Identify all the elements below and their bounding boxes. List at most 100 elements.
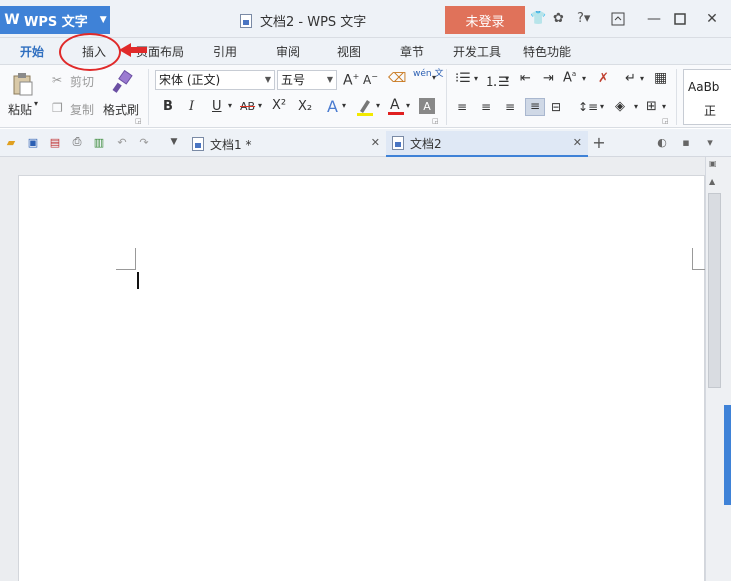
scrollbar-thumb[interactable] xyxy=(708,193,721,388)
paste-icon[interactable] xyxy=(10,71,34,97)
chevron-down-icon[interactable]: ▾ xyxy=(634,102,638,111)
bullet-list-icon[interactable]: ⁝☰ xyxy=(455,71,471,86)
save-icon[interactable]: ▣ xyxy=(26,135,40,149)
view-mode-icon[interactable]: ◐ xyxy=(655,135,669,149)
annotation-circle xyxy=(59,33,121,71)
shrink-font-icon[interactable]: A− xyxy=(363,72,378,87)
case-change-icon[interactable]: Aa xyxy=(563,70,576,85)
bold-button[interactable]: B xyxy=(163,99,173,114)
ruler-toggle-icon[interactable]: ▣ xyxy=(709,159,717,168)
new-tab-icon[interactable]: + xyxy=(592,133,606,152)
tab-sections[interactable]: 章节 xyxy=(400,43,424,60)
chinese-layout-icon[interactable]: ✗ xyxy=(598,71,609,86)
copy-button[interactable]: 复制 xyxy=(70,101,94,118)
doc-tab-1[interactable]: 文档1 * ✕ xyxy=(186,131,386,157)
cut-icon: ✂ xyxy=(52,73,63,87)
chevron-down-icon[interactable]: ▾ xyxy=(376,101,380,110)
tab-special-features[interactable]: 特色功能 xyxy=(523,43,571,60)
font-size-select[interactable]: 五号 ▼ xyxy=(277,70,337,90)
tab-review[interactable]: 审阅 xyxy=(276,43,300,60)
help-icon: ? xyxy=(577,11,584,26)
side-panel-toggle[interactable] xyxy=(724,405,731,505)
chevron-down-icon[interactable]: ▾ xyxy=(474,74,478,83)
phonetic-guide-icon[interactable]: wén 文 xyxy=(413,70,443,79)
chevron-down-icon[interactable]: ▾ xyxy=(406,101,410,110)
chevron-down-icon[interactable]: ▾ xyxy=(640,74,644,83)
scroll-up-icon[interactable]: ▲ xyxy=(709,177,715,186)
chevron-down-icon[interactable]: ▾ xyxy=(258,101,262,110)
undo-icon[interactable]: ↶ xyxy=(115,135,129,149)
grow-font-icon[interactable]: A+ xyxy=(343,72,359,89)
tab-home[interactable]: 开始 xyxy=(20,43,44,60)
document-page[interactable] xyxy=(18,175,706,581)
underline-button[interactable]: U xyxy=(212,99,222,114)
print-preview-icon[interactable]: ▥ xyxy=(92,135,106,149)
justify-icon[interactable]: ≡ xyxy=(525,98,545,116)
chevron-down-icon[interactable]: ▾ xyxy=(342,101,346,110)
paste-dropdown-icon[interactable]: ▾ xyxy=(34,99,38,108)
decrease-indent-icon[interactable]: ⇤ xyxy=(520,71,531,86)
close-icon[interactable]: ✕ xyxy=(573,136,582,149)
text-effect-icon[interactable]: A xyxy=(327,97,338,116)
minimize-button[interactable]: — xyxy=(644,9,664,29)
document-canvas[interactable] xyxy=(0,157,706,581)
menu-icon[interactable]: ▾ xyxy=(703,135,717,149)
cut-button[interactable]: 剪切 xyxy=(70,73,94,90)
help-button[interactable]: ?▾ xyxy=(577,11,590,26)
tab-references[interactable]: 引用 xyxy=(213,43,237,60)
clipboard-launcher-icon[interactable]: ◲ xyxy=(135,117,142,125)
align-right-icon[interactable]: ≡ xyxy=(505,100,515,114)
italic-button[interactable]: I xyxy=(189,99,194,114)
shading-icon[interactable]: ◈ xyxy=(615,99,625,114)
chevron-down-icon[interactable]: ▾ xyxy=(582,74,586,83)
font-color-icon[interactable]: A xyxy=(386,95,406,117)
chevron-down-icon[interactable]: ▾ xyxy=(432,73,436,82)
font-name-select[interactable]: 宋体 (正文) ▼ xyxy=(155,70,275,90)
borders-icon[interactable]: ⊞ xyxy=(646,99,657,114)
login-button[interactable]: 未登录 xyxy=(445,6,525,34)
collapse-ribbon-icon xyxy=(611,12,625,26)
font-launcher-icon[interactable]: ◲ xyxy=(432,117,439,125)
style-gallery[interactable]: AaBb 正 xyxy=(683,69,731,125)
style-name: 正 xyxy=(704,104,717,118)
close-button[interactable]: ✕ xyxy=(702,9,722,29)
app-menu-button[interactable]: W WPS 文字 ▼ xyxy=(0,6,110,34)
document-icon xyxy=(392,136,404,150)
align-left-icon[interactable]: ≡ xyxy=(457,100,467,114)
clear-format-icon[interactable]: ⌫ xyxy=(388,71,406,86)
export-pdf-icon[interactable]: ▤ xyxy=(48,135,62,149)
format-painter-button[interactable]: 格式刷 xyxy=(103,101,139,118)
vertical-scrollbar[interactable]: ▣ ▲ xyxy=(705,157,731,581)
subscript-button[interactable]: X₂ xyxy=(298,99,312,114)
doc-tab-2[interactable]: 文档2 ✕ xyxy=(386,131,588,157)
chevron-down-icon[interactable]: ▾ xyxy=(600,102,604,111)
format-painter-icon[interactable] xyxy=(110,69,134,95)
restore-icon[interactable]: ▪ xyxy=(679,135,693,149)
character-shading-icon[interactable]: A xyxy=(419,98,435,114)
distributed-align-icon[interactable]: ⊟ xyxy=(551,100,561,114)
highlight-icon[interactable] xyxy=(354,97,376,117)
close-icon[interactable]: ✕ xyxy=(371,136,380,149)
open-folder-icon[interactable]: ▰ xyxy=(4,135,18,149)
strikethrough-button[interactable]: AB xyxy=(240,100,255,113)
paragraph-launcher-icon[interactable]: ◲ xyxy=(662,117,669,125)
customize-qa-icon[interactable]: ▼ xyxy=(167,135,181,149)
align-center-icon[interactable]: ≡ xyxy=(481,100,491,114)
redo-icon[interactable]: ↷ xyxy=(137,135,151,149)
skin-icon[interactable]: 👕 xyxy=(530,11,546,26)
chat-icon[interactable]: ✿ xyxy=(553,11,564,26)
superscript-button[interactable]: X² xyxy=(272,98,286,113)
increase-indent-icon[interactable]: ⇥ xyxy=(543,71,554,86)
maximize-button[interactable] xyxy=(670,9,690,29)
chevron-down-icon[interactable]: ▾ xyxy=(662,102,666,111)
chevron-down-icon[interactable]: ▾ xyxy=(228,101,232,110)
tab-developer[interactable]: 开发工具 xyxy=(453,43,501,60)
line-spacing-icon[interactable]: ↕≡ xyxy=(578,100,598,114)
restore-ribbon-button[interactable] xyxy=(608,9,628,29)
paste-button[interactable]: 粘贴 xyxy=(8,101,32,118)
table-icon[interactable]: ▦ xyxy=(654,70,667,86)
print-icon[interactable]: ⎙ xyxy=(70,135,84,149)
chevron-down-icon[interactable]: ▾ xyxy=(505,74,509,83)
show-marks-icon[interactable]: ↵ xyxy=(625,71,636,86)
tab-view[interactable]: 视图 xyxy=(337,43,361,60)
